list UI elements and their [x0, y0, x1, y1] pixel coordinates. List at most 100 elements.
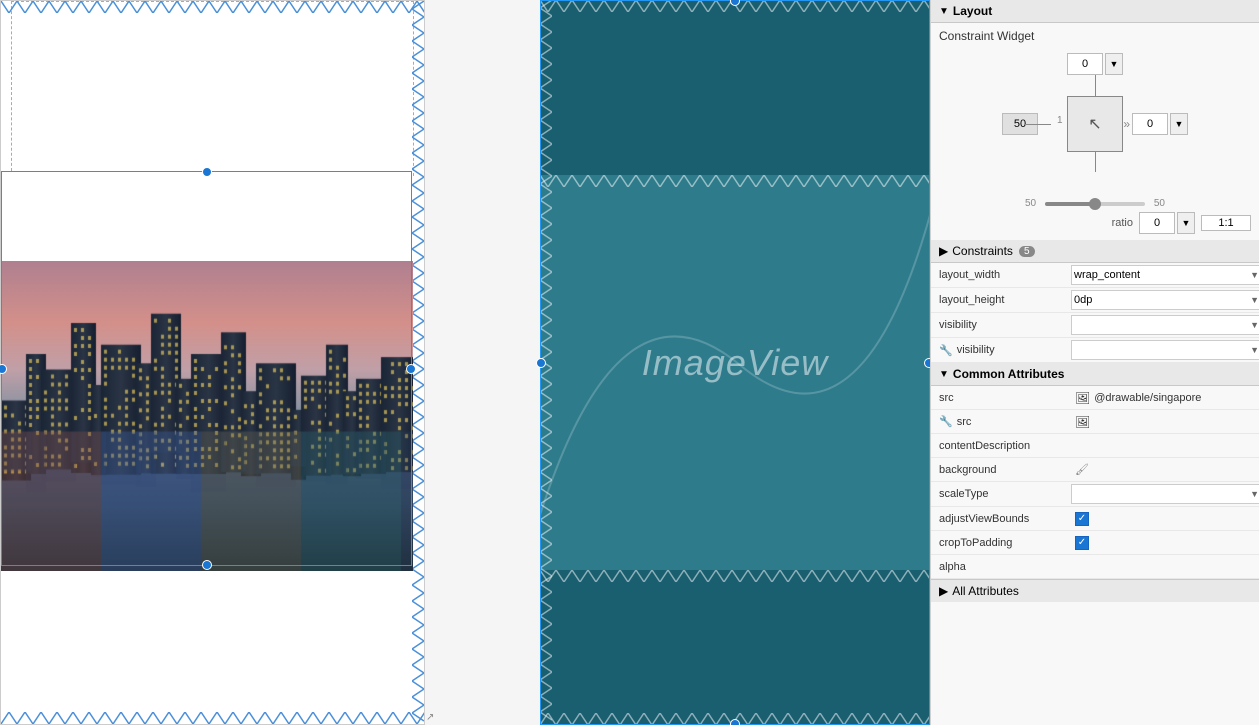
adjust-view-bounds-checkbox[interactable]: ✓	[1075, 512, 1089, 526]
attr-value-alpha	[1071, 566, 1259, 568]
attr-row-src: src 🖼 @drawable/singapore	[931, 386, 1259, 410]
white-area-bottom	[1, 571, 412, 576]
attr-name-src-wrench: 🔧 src	[931, 413, 1071, 430]
attr-name-scale-type: scaleType	[931, 486, 1071, 502]
constraint-right-dropdown[interactable]: ▼	[1170, 113, 1188, 135]
attr-row-src-wrench: 🔧 src 🖼	[931, 410, 1259, 434]
rw-bottom-section	[540, 570, 930, 725]
rw-zigzag-mid-top	[540, 175, 930, 187]
all-attributes-label: All Attributes	[952, 584, 1019, 598]
right-panel: ▼ Layout Constraint Widget ▼ ↖ «	[930, 0, 1259, 725]
layout-section-header[interactable]: ▼ Layout	[931, 0, 1259, 23]
rw-zigzag-bottom	[540, 713, 930, 725]
city-image	[1, 261, 413, 571]
slider-right-label: 50	[1154, 198, 1165, 209]
attr-value-visibility-wrench: ▼	[1071, 340, 1259, 360]
attr-value-layout-width: wrap_content match_parent 0dp ▼	[1071, 265, 1259, 285]
c-line-left	[1024, 124, 1051, 125]
attr-row-layout-height: layout_height 0dp wrap_content match_par…	[931, 288, 1259, 313]
attr-name-visibility: visibility	[931, 317, 1071, 333]
common-attributes-label: Common Attributes	[953, 367, 1065, 381]
attr-row-visibility-wrench: 🔧 visibility ▼	[931, 338, 1259, 363]
ratio-label: ratio	[1112, 217, 1133, 229]
all-attributes-arrow-icon: ▶	[939, 584, 948, 598]
attr-value-crop-to-padding: ✓	[1071, 535, 1259, 551]
slider-left-label: 50	[1025, 198, 1036, 209]
constraint-slider-container: 50 50	[931, 200, 1259, 210]
left-constraint-label: 1	[1057, 115, 1063, 126]
canvas-area: ImageView ↗	[0, 0, 930, 725]
attr-row-layout-width: layout_width wrap_content match_parent 0…	[931, 263, 1259, 288]
constraint-top-input[interactable]	[1067, 53, 1103, 75]
common-arrow-icon: ▼	[939, 369, 949, 380]
zigzag-top-svg	[1, 1, 424, 13]
brush-icon: 🖌	[1075, 464, 1089, 476]
constraint-diagram: ▼ ↖ « » ▼ 1 1	[1000, 51, 1190, 196]
rw-zigzag-mid-bottom	[540, 570, 930, 582]
layout-section-title: Layout	[953, 4, 992, 18]
constraints-arrow-icon: ▶	[939, 244, 948, 258]
attr-row-alpha: alpha	[931, 555, 1259, 579]
crop-to-padding-checkbox[interactable]: ✓	[1075, 536, 1089, 550]
common-attributes-header[interactable]: ▼ Common Attributes	[931, 363, 1259, 386]
attr-row-content-description: contentDescription	[931, 434, 1259, 458]
attr-value-layout-height: 0dp wrap_content match_parent ▼	[1071, 290, 1259, 310]
attr-value-adjust-view-bounds: ✓	[1071, 511, 1259, 527]
ratio-spinner-input[interactable]	[1139, 212, 1175, 234]
src-wrench-image-icon: 🖼	[1075, 415, 1090, 429]
constraints-label: Constraints	[952, 244, 1013, 258]
attr-name-background: background	[931, 462, 1071, 478]
attr-name-visibility-wrench: 🔧 visibility	[931, 342, 1071, 359]
ratio-spinner-dropdown[interactable]: ▼	[1177, 212, 1195, 234]
constraints-section-header[interactable]: ▶ Constraints 5	[931, 240, 1259, 263]
attr-value-visibility: visible invisible gone ▼	[1071, 315, 1259, 335]
white-area-top	[1, 171, 412, 261]
constraint-right-input[interactable]	[1132, 113, 1168, 135]
attr-value-scale-type: fitCenter centerCrop ▼	[1071, 484, 1259, 504]
constraint-top-group: ▼	[1067, 53, 1123, 75]
attr-row-visibility: visibility visible invisible gone ▼	[931, 313, 1259, 338]
visibility-wrench-select[interactable]	[1071, 340, 1259, 360]
attr-name-adjust-view-bounds: adjustViewBounds	[931, 511, 1071, 527]
attr-value-content-description	[1071, 445, 1259, 447]
cursor-icon: ↖	[1088, 114, 1101, 134]
attr-name-layout-width: layout_width	[931, 267, 1071, 283]
attr-row-adjust-view-bounds: adjustViewBounds ✓	[931, 507, 1259, 531]
src-image-icon: 🖼	[1075, 391, 1090, 405]
visibility-select[interactable]: visible invisible gone	[1071, 315, 1259, 335]
right-widget: ImageView	[540, 0, 930, 725]
attr-name-content-description: contentDescription	[931, 438, 1071, 454]
scale-type-select[interactable]: fitCenter centerCrop	[1071, 484, 1259, 504]
zigzag-bottom-svg	[1, 712, 424, 724]
attr-value-src: 🖼 @drawable/singapore	[1071, 390, 1259, 406]
common-attributes-table: src 🖼 @drawable/singapore 🔧 src 🖼 conten…	[931, 386, 1259, 579]
attr-name-src: src	[931, 390, 1071, 406]
attr-value-background: 🖌	[1071, 462, 1259, 477]
layout-arrow-icon: ▼	[939, 6, 949, 17]
attributes-table: layout_width wrap_content match_parent 0…	[931, 263, 1259, 363]
ratio-value: 1:1	[1201, 215, 1251, 231]
left-widget	[0, 0, 425, 725]
city-canvas	[1, 261, 413, 571]
resize-corner: ↗	[426, 712, 434, 723]
layout-height-select[interactable]: 0dp wrap_content match_parent	[1071, 290, 1259, 310]
zigzag-right-svg	[412, 1, 424, 724]
attr-value-src-wrench: 🖼	[1071, 414, 1259, 430]
attr-row-background: background 🖌	[931, 458, 1259, 482]
rw-zigzag-left	[540, 0, 552, 725]
constraint-center-box: ↖	[1067, 96, 1123, 152]
constraint-right-group: « » ▼	[1115, 113, 1188, 135]
all-attributes-header[interactable]: ▶ All Attributes	[931, 579, 1259, 602]
attr-row-crop-to-padding: cropToPadding ✓	[931, 531, 1259, 555]
attr-name-alpha: alpha	[931, 559, 1071, 575]
constraint-slider[interactable]: 50 50	[1045, 202, 1145, 206]
imageview-label: ImageView	[642, 342, 828, 384]
attr-name-crop-to-padding: cropToPadding	[931, 535, 1071, 551]
constraint-top-dropdown[interactable]: ▼	[1105, 53, 1123, 75]
slider-thumb	[1089, 198, 1101, 210]
attr-row-scale-type: scaleType fitCenter centerCrop ▼	[931, 482, 1259, 507]
rw-top-section	[540, 0, 930, 175]
src-wrench-icon: 🔧	[939, 415, 953, 428]
layout-width-select[interactable]: wrap_content match_parent 0dp	[1071, 265, 1259, 285]
attr-name-layout-height: layout_height	[931, 292, 1071, 308]
